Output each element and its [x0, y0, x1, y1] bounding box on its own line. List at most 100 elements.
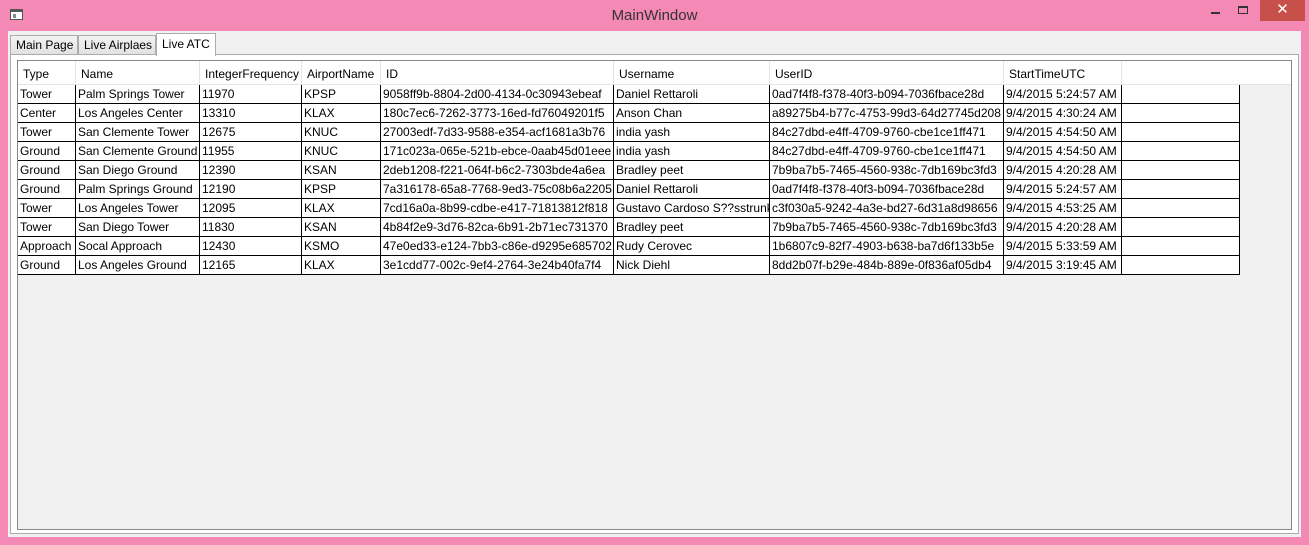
column-header-type[interactable]: Type — [18, 61, 76, 85]
cell-username[interactable]: india yash — [614, 123, 770, 142]
cell-username[interactable]: Daniel Rettaroli — [614, 85, 770, 104]
cell-start-time[interactable]: 9/4/2015 5:33:59 AM — [1004, 237, 1122, 256]
cell-user-id[interactable]: 7b9ba7b5-7465-4560-938c-7db169bc3fd3 — [770, 218, 1004, 237]
cell-name[interactable]: Palm Springs Ground — [76, 180, 200, 199]
cell-airport[interactable]: KNUC — [302, 123, 381, 142]
cell-airport[interactable]: KNUC — [302, 142, 381, 161]
cell-username[interactable]: Daniel Rettaroli — [614, 180, 770, 199]
cell-id[interactable]: 2deb1208-f221-064f-b6c2-7303bde4a6ea — [381, 161, 614, 180]
cell-empty[interactable] — [1122, 142, 1240, 161]
table-row[interactable]: Ground San Clemente Ground 11955 KNUC 171c02… — [18, 142, 1240, 161]
cell-username[interactable]: Anson Chan — [614, 104, 770, 123]
cell-name[interactable]: Los Angeles Tower — [76, 199, 200, 218]
cell-type[interactable]: Ground — [18, 142, 76, 161]
cell-start-time[interactable]: 9/4/2015 4:54:50 AM — [1004, 142, 1122, 161]
cell-username[interactable]: Bradley peet — [614, 218, 770, 237]
cell-empty[interactable] — [1122, 256, 1240, 275]
cell-frequency[interactable]: 12390 — [200, 161, 302, 180]
table-row[interactable]: Ground Los Angeles Ground 12165 KLAX 3e1cdd7… — [18, 256, 1240, 275]
cell-id[interactable]: 3e1cdd77-002c-9ef4-2764-3e24b40fa7f4 — [381, 256, 614, 275]
title-bar[interactable]: MainWindow ✕ — [0, 0, 1309, 31]
cell-username[interactable]: Gustavo Cardoso S??sstrunk — [614, 199, 770, 218]
cell-name[interactable]: San Clemente Tower — [76, 123, 200, 142]
tab-live-airplaes[interactable]: Live Airplaes — [78, 35, 156, 54]
cell-frequency[interactable]: 11955 — [200, 142, 302, 161]
cell-user-id[interactable]: 1b6807c9-82f7-4903-b638-ba7d6f133b5e — [770, 237, 1004, 256]
cell-id[interactable]: 4b84f2e9-3d76-82ca-6b91-2b71ec731370 — [381, 218, 614, 237]
atc-data-grid[interactable]: Type Name IntegerFrequency AirportName I… — [17, 60, 1292, 530]
cell-user-id[interactable]: 0ad7f4f8-f378-40f3-b094-7036fbace28d — [770, 85, 1004, 104]
cell-empty[interactable] — [1122, 180, 1240, 199]
cell-airport[interactable]: KPSP — [302, 180, 381, 199]
cell-name[interactable]: Socal Approach — [76, 237, 200, 256]
cell-name[interactable]: San Diego Ground — [76, 161, 200, 180]
tab-main-page[interactable]: Main Page — [10, 35, 78, 54]
cell-start-time[interactable]: 9/4/2015 4:54:50 AM — [1004, 123, 1122, 142]
cell-username[interactable]: Nick Diehl — [614, 256, 770, 275]
table-row[interactable]: Tower San Diego Tower 11830 KSAN 4b84f2e9-3d… — [18, 218, 1240, 237]
cell-start-time[interactable]: 9/4/2015 4:20:28 AM — [1004, 161, 1122, 180]
cell-start-time[interactable]: 9/4/2015 5:24:57 AM — [1004, 85, 1122, 104]
cell-start-time[interactable]: 9/4/2015 4:53:25 AM — [1004, 199, 1122, 218]
table-row[interactable]: Center Los Angeles Center 13310 KLAX 180c7ec… — [18, 104, 1240, 123]
cell-user-id[interactable]: 7b9ba7b5-7465-4560-938c-7db169bc3fd3 — [770, 161, 1004, 180]
column-header-user-id[interactable]: UserID — [770, 61, 1004, 85]
cell-frequency[interactable]: 11830 — [200, 218, 302, 237]
cell-type[interactable]: Approach — [18, 237, 76, 256]
cell-frequency[interactable]: 12430 — [200, 237, 302, 256]
cell-id[interactable]: 171c023a-065e-521b-ebce-0aab45d01eee — [381, 142, 614, 161]
maximize-button[interactable] — [1226, 0, 1260, 21]
cell-empty[interactable] — [1122, 104, 1240, 123]
close-button[interactable]: ✕ — [1260, 0, 1305, 21]
table-row[interactable]: Ground San Diego Ground 12390 KSAN 2deb1208-… — [18, 161, 1240, 180]
cell-airport[interactable]: KLAX — [302, 199, 381, 218]
cell-empty[interactable] — [1122, 123, 1240, 142]
cell-empty[interactable] — [1122, 199, 1240, 218]
cell-username[interactable]: Rudy Cerovec — [614, 237, 770, 256]
cell-airport[interactable]: KLAX — [302, 104, 381, 123]
cell-start-time[interactable]: 9/4/2015 4:30:24 AM — [1004, 104, 1122, 123]
cell-frequency[interactable]: 11970 — [200, 85, 302, 104]
cell-type[interactable]: Tower — [18, 123, 76, 142]
table-row[interactable]: Tower Los Angeles Tower 12095 KLAX 7cd16a0a-… — [18, 199, 1240, 218]
cell-airport[interactable]: KSAN — [302, 161, 381, 180]
cell-type[interactable]: Ground — [18, 256, 76, 275]
cell-empty[interactable] — [1122, 237, 1240, 256]
table-row[interactable]: Tower San Clemente Tower 12675 KNUC 27003edf… — [18, 123, 1240, 142]
table-row[interactable]: Ground Palm Springs Ground 12190 KPSP 7a3161… — [18, 180, 1240, 199]
cell-empty[interactable] — [1122, 161, 1240, 180]
table-row[interactable]: Approach Socal Approach 12430 KSMO 47e0ed33-… — [18, 237, 1240, 256]
cell-airport[interactable]: KSMO — [302, 237, 381, 256]
cell-frequency[interactable]: 12095 — [200, 199, 302, 218]
cell-start-time[interactable]: 9/4/2015 4:20:28 AM — [1004, 218, 1122, 237]
cell-frequency[interactable]: 13310 — [200, 104, 302, 123]
cell-username[interactable]: india yash — [614, 142, 770, 161]
column-header-id[interactable]: ID — [381, 61, 614, 85]
cell-type[interactable]: Ground — [18, 161, 76, 180]
cell-user-id[interactable]: a89275b4-b77c-4753-99d3-64d27745d208 — [770, 104, 1004, 123]
cell-frequency[interactable]: 12675 — [200, 123, 302, 142]
cell-name[interactable]: San Clemente Ground — [76, 142, 200, 161]
column-header-start-time-utc[interactable]: StartTimeUTC — [1004, 61, 1122, 85]
cell-user-id[interactable]: 84c27dbd-e4ff-4709-9760-cbe1ce1ff471 — [770, 142, 1004, 161]
cell-airport[interactable]: KLAX — [302, 256, 381, 275]
cell-id[interactable]: 47e0ed33-e124-7bb3-c86e-d9295e685702 — [381, 237, 614, 256]
column-header-integer-frequency[interactable]: IntegerFrequency — [200, 61, 302, 85]
cell-type[interactable]: Center — [18, 104, 76, 123]
cell-start-time[interactable]: 9/4/2015 5:24:57 AM — [1004, 180, 1122, 199]
cell-id[interactable]: 27003edf-7d33-9588-e354-acf1681a3b76 — [381, 123, 614, 142]
cell-start-time[interactable]: 9/4/2015 3:19:45 AM — [1004, 256, 1122, 275]
cell-name[interactable]: Los Angeles Center — [76, 104, 200, 123]
cell-name[interactable]: Palm Springs Tower — [76, 85, 200, 104]
cell-user-id[interactable]: 0ad7f4f8-f378-40f3-b094-7036fbace28d — [770, 180, 1004, 199]
cell-id[interactable]: 7a316178-65a8-7768-9ed3-75c08b6a2205 — [381, 180, 614, 199]
cell-frequency[interactable]: 12190 — [200, 180, 302, 199]
column-header-username[interactable]: Username — [614, 61, 770, 85]
cell-type[interactable]: Tower — [18, 199, 76, 218]
tab-live-atc[interactable]: Live ATC — [156, 33, 216, 56]
cell-frequency[interactable]: 12165 — [200, 256, 302, 275]
cell-user-id[interactable]: 8dd2b07f-b29e-484b-889e-0f836af05db4 — [770, 256, 1004, 275]
cell-empty[interactable] — [1122, 85, 1240, 104]
cell-username[interactable]: Bradley peet — [614, 161, 770, 180]
cell-type[interactable]: Ground — [18, 180, 76, 199]
